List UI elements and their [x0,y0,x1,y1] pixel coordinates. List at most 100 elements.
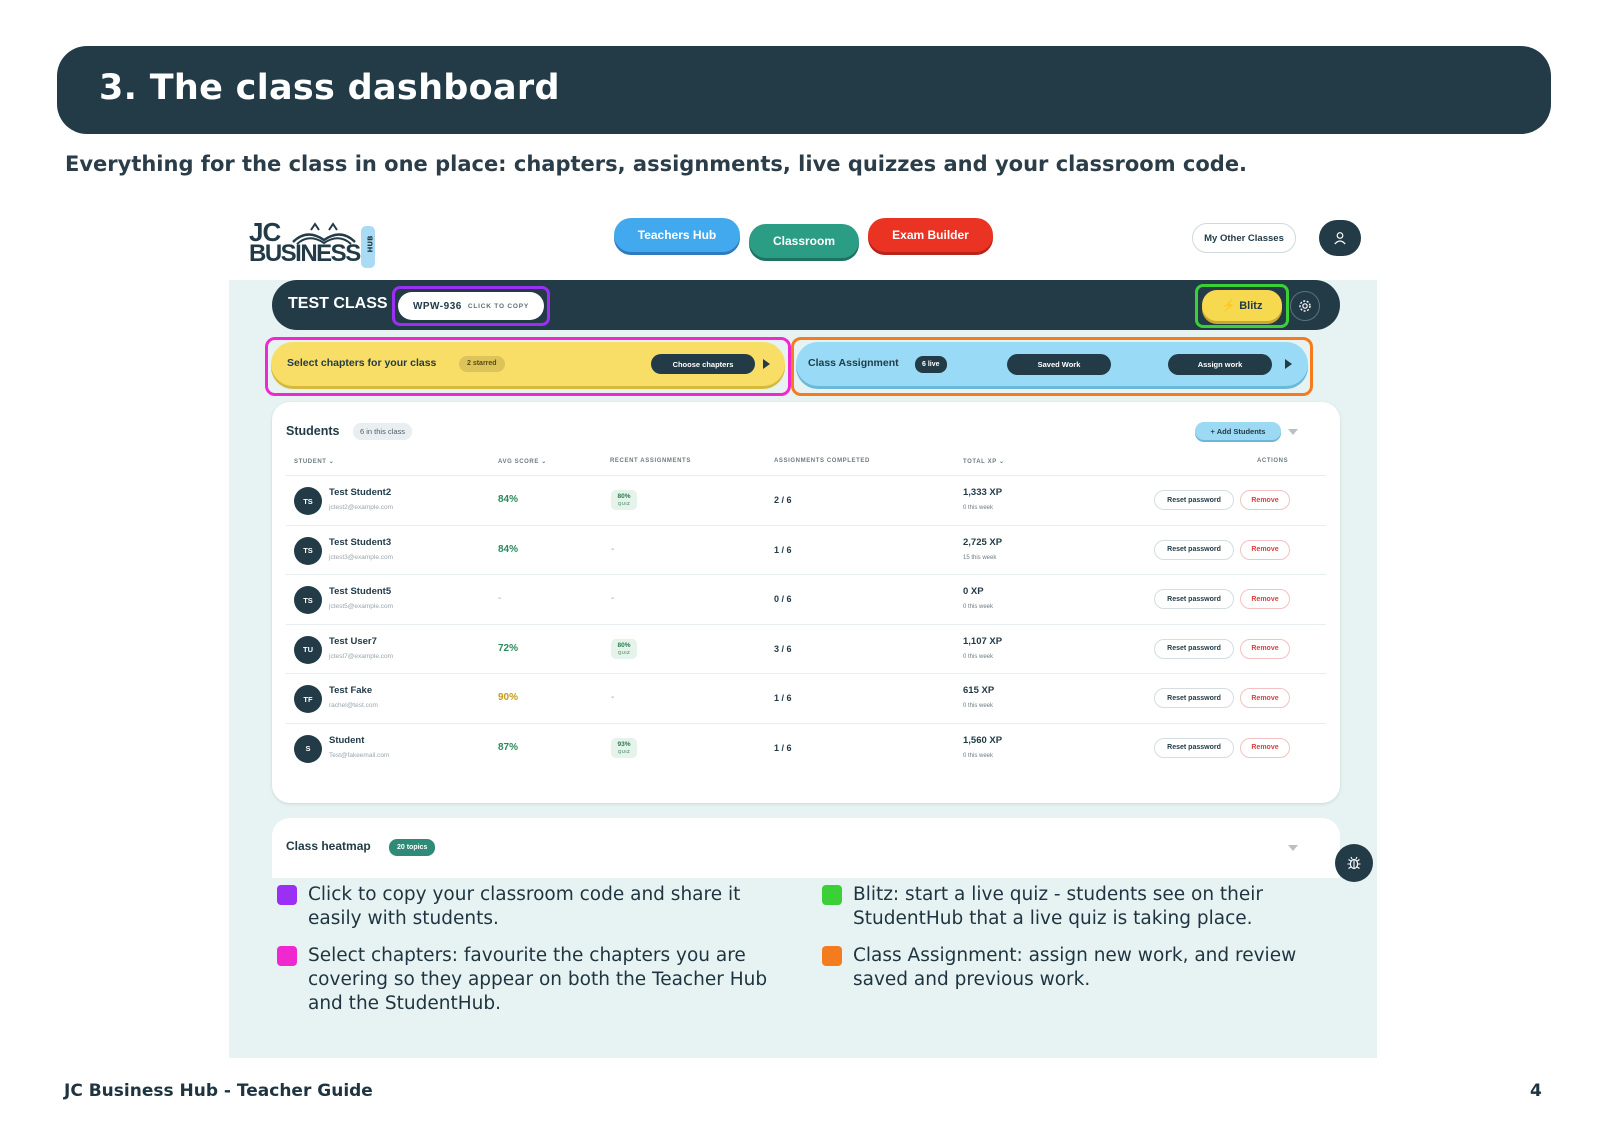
table-row: TU Test User7 jctest7@example.com 72% 80% QUI… [286,623,1326,674]
col-assignments-completed: ASSIGNMENTS COMPLETED [774,458,870,464]
quiz-label: QUIZ [617,501,631,506]
avg-score: 90% [498,692,519,703]
assignment-arrow-icon[interactable] [1285,359,1292,369]
student-avatar: TF [294,685,322,713]
assignments-completed: 3 / 6 [774,643,792,654]
choose-chapters-button[interactable]: Choose chapters [651,354,755,374]
recent-empty: - [611,543,615,555]
bug-icon [1347,856,1361,870]
col-total-xp[interactable]: TOTAL XP ⌄ [963,458,1005,465]
reset-password-button[interactable]: Reset password [1154,589,1234,609]
remove-student-button[interactable]: Remove [1240,638,1290,659]
chapters-label: Select chapters for your class [287,357,437,369]
remove-student-button[interactable]: Remove [1240,589,1290,609]
table-row: TF Test Fake rachel@test.com 90% - 1 / 6 615 X… [286,673,1326,723]
add-students-button[interactable]: + Add Students [1195,422,1281,440]
copy-hint: CLICK TO COPY [467,302,530,310]
recent-assignment: 80% QUIZ [611,638,637,659]
nav-exam-builder[interactable]: Exam Builder [868,218,993,252]
assignments-completed: 1 / 6 [774,544,792,555]
saved-work-button[interactable]: Saved Work [1007,354,1111,375]
reset-password-button[interactable]: Reset password [1154,737,1234,758]
xp-this-week: 0 this week [963,752,994,759]
quiz-label: QUIZ [617,748,631,754]
col-student[interactable]: STUDENT ⌄ [294,458,334,465]
heatmap-card: Class heatmap 20 topics [272,818,1340,878]
col-avg-score[interactable]: AVG SCORE ⌄ [498,458,547,465]
xp-this-week: 0 this week [963,703,994,709]
col-actions: ACTIONS [1257,458,1289,464]
nav-teachers-hub[interactable]: Teachers Hub [614,218,740,252]
total-xp: 1,560 XP [963,734,1003,746]
remove-student-button[interactable]: Remove [1240,737,1290,758]
class-settings-button[interactable] [1290,291,1320,321]
student-email: jctest7@example.com [329,652,394,660]
heatmap-chevron-icon[interactable] [1288,845,1298,851]
recent-score: 80% [617,641,631,649]
student-name: Test Student5 [329,586,392,597]
assignments-completed: 1 / 6 [774,693,792,703]
total-xp: 0 XP [963,586,984,597]
classroom-code: WPW-936 [412,300,462,312]
my-other-classes-button[interactable]: My Other Classes [1192,223,1296,253]
user-icon [1334,232,1346,245]
quiz-label: QUIZ [617,649,631,655]
recent-assignment: - [611,540,614,555]
logo-hub-tag: HUB [361,226,375,268]
class-assignment-bar[interactable]: Class Assignment 6 live Saved Work Assig… [796,342,1308,386]
xp-this-week: 0 this week [963,653,994,660]
gear-icon [1299,300,1311,312]
assign-work-button[interactable]: Assign work [1168,354,1272,375]
student-avatar: TS [294,586,322,614]
recent-score: 93% [617,740,631,748]
student-avatar: TU [294,635,322,664]
select-chapters-bar[interactable]: Select chapters for your class 2 starred… [271,342,785,386]
xp-this-week: 0 this week [963,604,994,610]
total-xp: 2,725 XP [963,536,1003,548]
report-bug-button[interactable] [1335,844,1373,882]
student-avatar: TS [294,487,322,515]
recent-empty: - [611,692,615,703]
legend-swatch [822,885,842,905]
title-banner: 3. The class dashboard [57,46,1551,134]
profile-button[interactable] [1319,220,1361,256]
app-logo[interactable]: JC BUSINESS HUB [249,219,379,272]
classroom-code-button[interactable]: WPW-936 CLICK TO COPY [398,292,544,320]
legend-swatch [277,946,297,966]
avg-score: 84% [498,494,519,505]
reset-password-button[interactable]: Reset password [1154,638,1234,659]
student-name: Student [329,734,365,746]
remove-student-button[interactable]: Remove [1240,490,1290,510]
avg-score: 72% [498,642,519,654]
avg-score: - [498,593,502,604]
student-name: Test Student2 [329,487,392,498]
student-name: Test Fake [329,685,373,696]
blitz-button[interactable]: ⚡ Blitz [1202,290,1282,321]
reset-password-button[interactable]: Reset password [1154,539,1234,560]
recent-score-badge: 80% QUIZ [611,638,637,659]
recent-assignment: - [611,589,614,604]
students-count-badge: 6 in this class [353,423,413,440]
live-badge: 6 live [915,356,947,373]
assignment-label: Class Assignment [808,357,899,369]
remove-student-button[interactable]: Remove [1240,688,1290,708]
page-subtitle: Everything for the class in one place: c… [65,152,1248,176]
total-xp: 615 XP [963,685,995,696]
remove-student-button[interactable]: Remove [1240,539,1290,560]
legend-swatch [822,946,842,966]
recent-assignment: 93% QUIZ [611,737,637,758]
footer-guide-title: JC Business Hub - Teacher Guide [64,1081,373,1101]
recent-score: 80% [617,493,631,500]
reset-password-button[interactable]: Reset password [1154,490,1234,510]
reset-password-button[interactable]: Reset password [1154,688,1234,708]
legend-text: Class Assignment: assign new work, and r… [853,945,1297,990]
student-email: jctest3@example.com [329,553,394,561]
blitz-label: Blitz [1239,299,1263,312]
chapters-arrow-icon[interactable] [763,359,770,369]
collapse-chevron-icon[interactable] [1288,429,1298,435]
dashboard-screenshot: JC BUSINESS HUB Teachers Hub Classroom E… [229,214,1377,1058]
table-row: S Student Test@fakeemail.com 87% 93% QUIZ 1 / … [286,722,1326,773]
assignments-completed: 1 / 6 [774,742,792,753]
nav-classroom[interactable]: Classroom [749,224,859,258]
starred-badge: 2 starred [459,356,505,372]
